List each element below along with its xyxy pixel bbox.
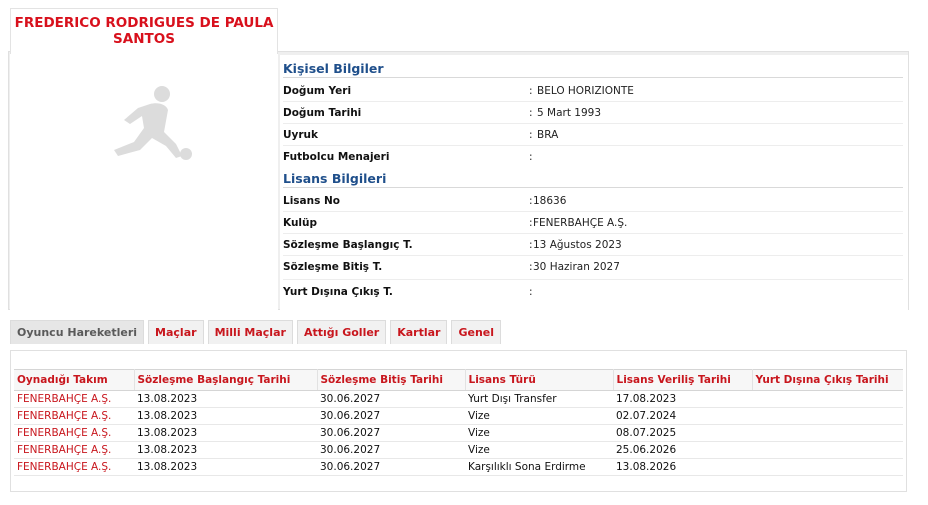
birthplace-value: BELO HORIZIONTE	[537, 85, 634, 97]
table-header-row: Oynadığı Takım Sözleşme Başlangıç Tarihi…	[14, 369, 903, 391]
row-divider	[283, 123, 903, 124]
cell-abroad-exit	[752, 390, 903, 408]
row-colon: :	[529, 151, 533, 163]
team-link[interactable]: FENERBAHÇE A.Ş.	[14, 458, 134, 476]
row-colon: :	[529, 286, 533, 298]
row-colon: :	[529, 107, 533, 119]
agent-label: Futbolcu Menajeri	[283, 151, 390, 163]
row-divider	[283, 255, 903, 256]
contract-start-label: Sözleşme Başlangıç T.	[283, 239, 413, 251]
cell-contract-start: 13.08.2023	[134, 407, 317, 425]
header-contract-end: Sözleşme Bitiş Tarihi	[317, 369, 466, 391]
player-tabs: Oyuncu Hareketleri Maçlar Milli Maçlar A…	[10, 320, 502, 344]
tab-cards[interactable]: Kartlar	[390, 320, 448, 344]
row-divider	[283, 211, 903, 212]
contract-end-value: 30 Haziran 2027	[533, 261, 620, 273]
section-divider	[283, 187, 903, 188]
table-row: FENERBAHÇE A.Ş. 13.08.2023 30.06.2027 Vi…	[14, 407, 903, 425]
club-value: FENERBAHÇE A.Ş.	[533, 217, 628, 229]
nationality-label: Uyruk	[283, 129, 319, 141]
cell-contract-end: 30.06.2027	[317, 441, 465, 459]
player-name-line2: SANTOS	[113, 31, 175, 47]
cell-license-type: Vize	[465, 407, 613, 425]
cell-abroad-exit	[752, 441, 903, 459]
movements-table: Oynadığı Takım Sözleşme Başlangıç Tarihi…	[14, 369, 903, 476]
nationality-value: BRA	[537, 129, 559, 141]
row-divider	[283, 101, 903, 102]
birthdate-value: 5 Mart 1993	[537, 107, 602, 119]
header-contract-start: Sözleşme Başlangıç Tarihi	[134, 369, 318, 391]
header-license-date: Lisans Veriliş Tarihi	[613, 369, 753, 391]
section-divider	[283, 77, 903, 78]
profile-box: Kişisel Bilgiler Doğum Yeri : BELO HORIZ…	[8, 51, 909, 310]
cell-license-type: Karşılıklı Sona Erdirme	[465, 458, 613, 476]
cell-license-date: 02.07.2024	[613, 407, 752, 425]
header-team: Oynadığı Takım	[14, 369, 135, 391]
club-label: Kulüp	[283, 217, 318, 229]
tab-matches[interactable]: Maçlar	[148, 320, 204, 344]
table-row: FENERBAHÇE A.Ş. 13.08.2023 30.06.2027 Ka…	[14, 458, 903, 476]
cell-license-date: 08.07.2025	[613, 424, 752, 442]
cell-contract-end: 30.06.2027	[317, 407, 465, 425]
header-license-type: Lisans Türü	[465, 369, 614, 391]
cell-license-type: Yurt Dışı Transfer	[465, 390, 613, 408]
player-name-line1: FREDERICO RODRIGUES DE PAULA	[14, 15, 274, 31]
tab-goals[interactable]: Attığı Goller	[296, 320, 387, 344]
row-colon: :	[529, 239, 533, 251]
cell-abroad-exit	[752, 458, 903, 476]
row-colon: :	[529, 195, 533, 207]
cell-license-date: 25.06.2026	[613, 441, 752, 459]
license-no-value: 18636	[533, 195, 567, 207]
cell-abroad-exit	[752, 407, 903, 425]
team-link[interactable]: FENERBAHÇE A.Ş.	[14, 424, 134, 442]
row-colon: :	[529, 85, 533, 97]
header-abroad-exit: Yurt Dışına Çıkış Tarihi	[752, 369, 903, 391]
row-divider	[283, 233, 903, 234]
player-silhouette-icon	[114, 86, 192, 160]
cell-license-type: Vize	[465, 424, 613, 442]
contract-start-value: 13 Ağustos 2023	[533, 239, 622, 251]
tab-national-matches[interactable]: Milli Maçlar	[207, 320, 293, 344]
row-divider	[283, 279, 903, 280]
table-row: FENERBAHÇE A.Ş. 13.08.2023 30.06.2027 Yu…	[14, 390, 903, 408]
table-row: FENERBAHÇE A.Ş. 13.08.2023 30.06.2027 Vi…	[14, 424, 903, 442]
tab-player-movements[interactable]: Oyuncu Hareketleri	[10, 320, 145, 344]
birthdate-label: Doğum Tarihi	[283, 107, 362, 119]
cell-abroad-exit	[752, 424, 903, 442]
license-info-title: Lisans Bilgileri	[283, 171, 387, 186]
team-link[interactable]: FENERBAHÇE A.Ş.	[14, 390, 134, 408]
row-colon: :	[529, 261, 533, 273]
license-no-label: Lisans No	[283, 195, 341, 207]
cell-license-type: Vize	[465, 441, 613, 459]
cell-contract-end: 30.06.2027	[317, 424, 465, 442]
table-row: FENERBAHÇE A.Ş. 13.08.2023 30.06.2027 Vi…	[14, 441, 903, 459]
tab-general[interactable]: Genel	[451, 320, 502, 344]
player-name-tab: FREDERICO RODRIGUES DE PAULA SANTOS	[10, 8, 278, 54]
row-colon: :	[529, 129, 533, 141]
cell-license-date: 17.08.2023	[613, 390, 752, 408]
cell-contract-end: 30.06.2027	[317, 390, 465, 408]
row-divider	[283, 145, 903, 146]
personal-info-title: Kişisel Bilgiler	[283, 61, 384, 76]
cell-license-date: 13.08.2026	[613, 458, 752, 476]
info-panel: Kişisel Bilgiler Doğum Yeri : BELO HORIZ…	[280, 55, 908, 310]
movements-panel: Oynadığı Takım Sözleşme Başlangıç Tarihi…	[10, 350, 907, 492]
cell-contract-start: 13.08.2023	[134, 458, 317, 476]
player-photo	[10, 52, 278, 310]
team-link[interactable]: FENERBAHÇE A.Ş.	[14, 407, 134, 425]
contract-end-label: Sözleşme Bitiş T.	[283, 261, 383, 273]
team-link[interactable]: FENERBAHÇE A.Ş.	[14, 441, 134, 459]
birthplace-label: Doğum Yeri	[283, 85, 352, 97]
cell-contract-start: 13.08.2023	[134, 390, 317, 408]
abroad-exit-label: Yurt Dışına Çıkış T.	[283, 286, 393, 298]
cell-contract-start: 13.08.2023	[134, 441, 317, 459]
cell-contract-start: 13.08.2023	[134, 424, 317, 442]
row-colon: :	[529, 217, 533, 229]
cell-contract-end: 30.06.2027	[317, 458, 465, 476]
